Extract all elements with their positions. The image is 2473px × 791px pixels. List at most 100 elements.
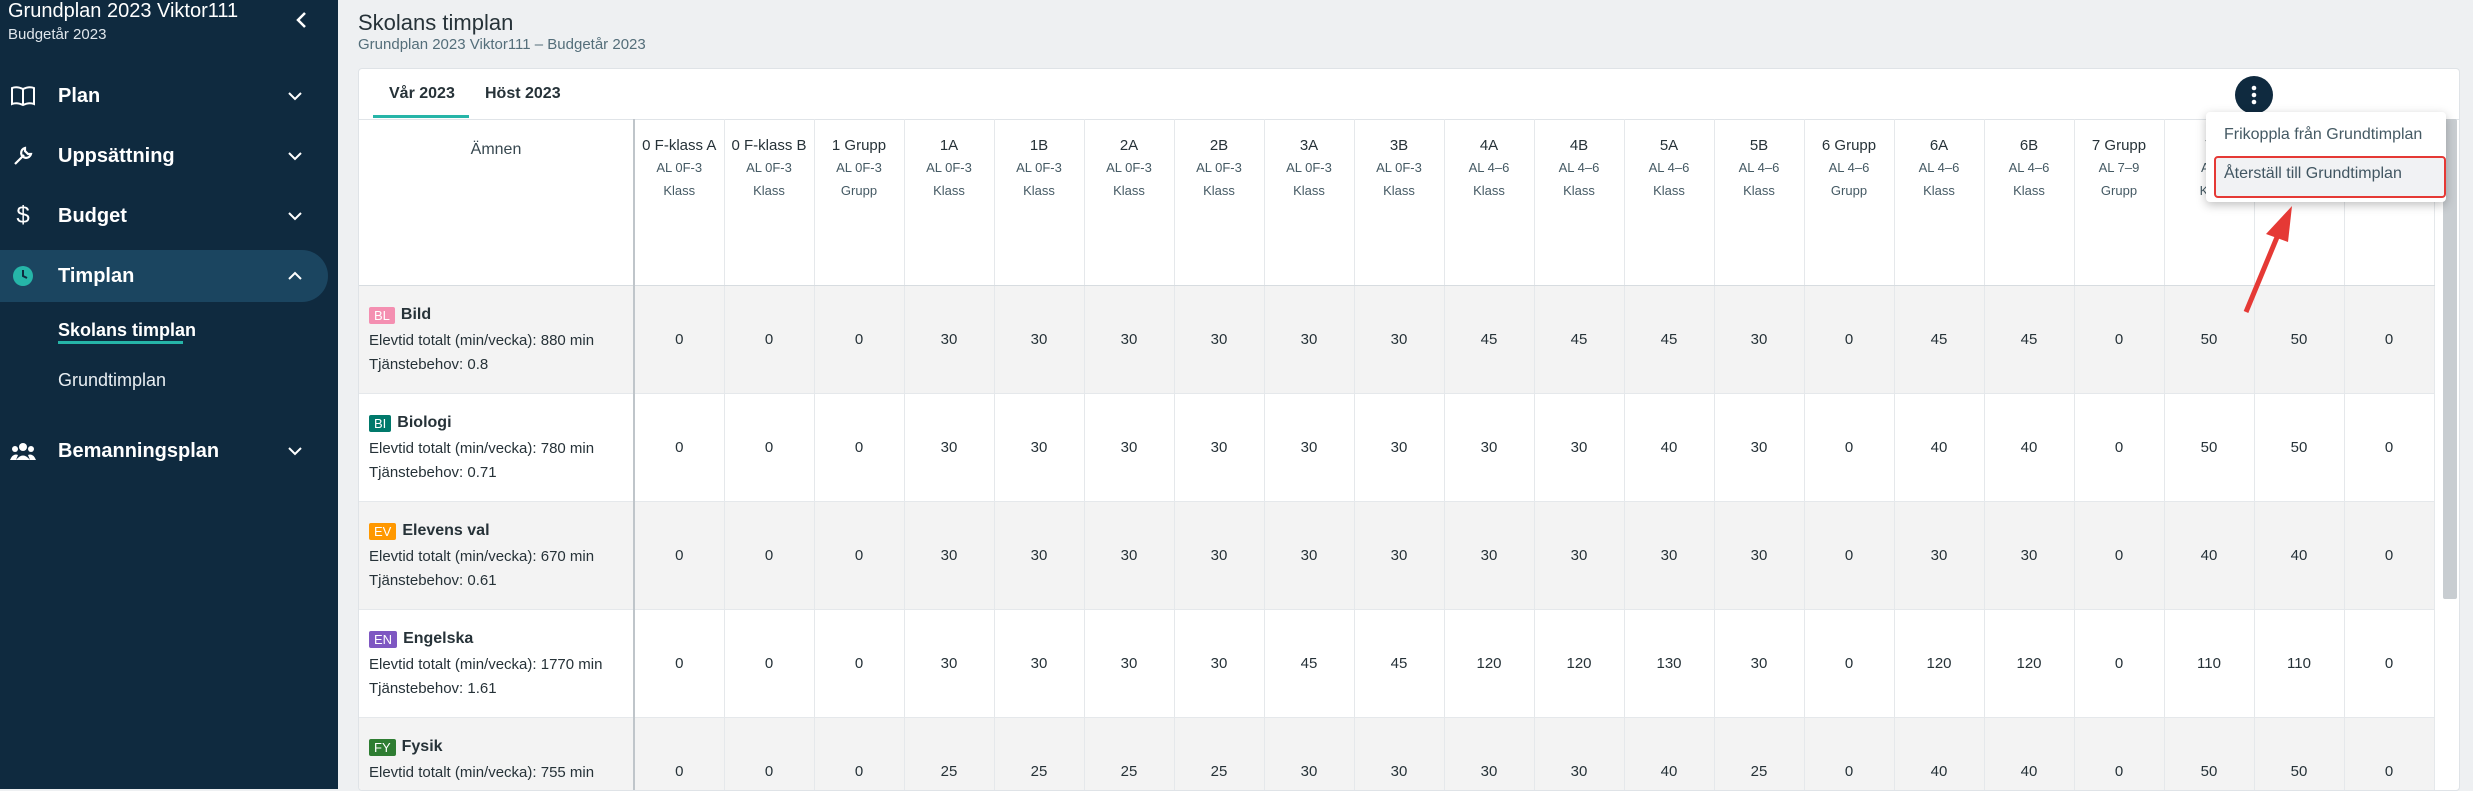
sub-skolans-timplan[interactable]: Skolans timplan	[58, 320, 196, 341]
minutes-cell[interactable]: 30	[1174, 286, 1264, 394]
tab-var-2023[interactable]: Vår 2023	[389, 85, 455, 103]
minutes-cell[interactable]: 30	[994, 502, 1084, 610]
minutes-cell[interactable]: 45	[1264, 610, 1354, 718]
minutes-cell[interactable]: 25	[994, 718, 1084, 791]
minutes-cell[interactable]: 40	[2254, 502, 2344, 610]
minutes-cell[interactable]: 0	[2074, 286, 2164, 394]
minutes-cell[interactable]: 30	[904, 610, 994, 718]
minutes-cell[interactable]: 40	[1624, 718, 1714, 791]
minutes-cell[interactable]: 40	[1624, 394, 1714, 502]
minutes-cell[interactable]: 30	[1174, 610, 1264, 718]
minutes-cell[interactable]: 30	[1354, 394, 1444, 502]
minutes-cell[interactable]: 0	[2074, 394, 2164, 502]
minutes-cell[interactable]: 40	[2164, 502, 2254, 610]
minutes-cell[interactable]: 30	[1354, 286, 1444, 394]
minutes-cell[interactable]: 25	[904, 718, 994, 791]
minutes-cell[interactable]: 30	[1264, 718, 1354, 791]
minutes-cell[interactable]: 30	[1354, 718, 1444, 791]
minutes-cell[interactable]: 0	[814, 718, 904, 791]
minutes-cell[interactable]: 30	[1444, 502, 1534, 610]
subject-cell[interactable]: EVElevens valElevtid totalt (min/vecka):…	[359, 502, 634, 610]
minutes-cell[interactable]: 0	[2074, 718, 2164, 791]
minutes-cell[interactable]: 30	[904, 286, 994, 394]
minutes-cell[interactable]: 120	[1534, 610, 1624, 718]
minutes-cell[interactable]: 0	[1804, 394, 1894, 502]
sub-grundtimplan[interactable]: Grundtimplan	[58, 370, 166, 391]
minutes-cell[interactable]: 30	[1264, 394, 1354, 502]
minutes-cell[interactable]: 30	[1084, 610, 1174, 718]
minutes-cell[interactable]: 110	[2254, 610, 2344, 718]
minutes-cell[interactable]: 30	[904, 502, 994, 610]
minutes-cell[interactable]: 30	[1084, 394, 1174, 502]
minutes-cell[interactable]: 45	[1894, 286, 1984, 394]
minutes-cell[interactable]: 0	[2344, 394, 2434, 502]
minutes-cell[interactable]: 45	[1444, 286, 1534, 394]
minutes-cell[interactable]: 0	[634, 286, 724, 394]
minutes-cell[interactable]: 45	[1984, 286, 2074, 394]
minutes-cell[interactable]: 0	[2344, 286, 2434, 394]
minutes-cell[interactable]: 0	[814, 286, 904, 394]
minutes-cell[interactable]: 50	[2254, 718, 2344, 791]
minutes-cell[interactable]: 30	[1624, 502, 1714, 610]
minutes-cell[interactable]: 40	[1984, 718, 2074, 791]
minutes-cell[interactable]: 30	[1534, 502, 1624, 610]
minutes-cell[interactable]: 25	[1174, 718, 1264, 791]
minutes-cell[interactable]: 0	[2344, 502, 2434, 610]
minutes-cell[interactable]: 0	[634, 502, 724, 610]
minutes-cell[interactable]: 0	[814, 502, 904, 610]
minutes-cell[interactable]: 30	[1714, 394, 1804, 502]
tab-host-2023[interactable]: Höst 2023	[485, 85, 561, 103]
subject-cell[interactable]: ENEngelskaElevtid totalt (min/vecka): 17…	[359, 610, 634, 718]
minutes-cell[interactable]: 0	[1804, 286, 1894, 394]
minutes-cell[interactable]: 50	[2254, 394, 2344, 502]
minutes-cell[interactable]: 30	[1084, 286, 1174, 394]
minutes-cell[interactable]: 30	[994, 286, 1084, 394]
minutes-cell[interactable]: 40	[1894, 394, 1984, 502]
minutes-cell[interactable]: 130	[1624, 610, 1714, 718]
minutes-cell[interactable]: 0	[724, 610, 814, 718]
minutes-cell[interactable]: 0	[1804, 718, 1894, 791]
minutes-cell[interactable]: 120	[1984, 610, 2074, 718]
minutes-cell[interactable]: 0	[1804, 502, 1894, 610]
minutes-cell[interactable]: 25	[1714, 718, 1804, 791]
minutes-cell[interactable]: 30	[1534, 718, 1624, 791]
minutes-cell[interactable]: 30	[1714, 286, 1804, 394]
minutes-cell[interactable]: 30	[994, 610, 1084, 718]
nav-bemanningsplan[interactable]: Bemanningsplan	[0, 425, 328, 477]
minutes-cell[interactable]: 0	[2344, 610, 2434, 718]
minutes-cell[interactable]: 40	[1894, 718, 1984, 791]
minutes-cell[interactable]: 110	[2164, 610, 2254, 718]
minutes-cell[interactable]: 45	[1354, 610, 1444, 718]
minutes-cell[interactable]: 0	[814, 394, 904, 502]
minutes-cell[interactable]: 30	[1444, 394, 1534, 502]
minutes-cell[interactable]: 0	[2344, 718, 2434, 791]
minutes-cell[interactable]: 40	[1984, 394, 2074, 502]
minutes-cell[interactable]: 0	[634, 394, 724, 502]
minutes-cell[interactable]: 0	[724, 286, 814, 394]
minutes-cell[interactable]: 30	[1264, 286, 1354, 394]
minutes-cell[interactable]: 30	[1354, 502, 1444, 610]
minutes-cell[interactable]: 30	[1174, 502, 1264, 610]
minutes-cell[interactable]: 30	[1084, 502, 1174, 610]
nav-budget[interactable]: $ Budget	[0, 190, 328, 242]
minutes-cell[interactable]: 0	[724, 718, 814, 791]
minutes-cell[interactable]: 50	[2164, 718, 2254, 791]
collapse-sidebar-button[interactable]	[290, 8, 314, 32]
minutes-cell[interactable]: 0	[724, 394, 814, 502]
minutes-cell[interactable]: 30	[1984, 502, 2074, 610]
minutes-cell[interactable]: 0	[2074, 502, 2164, 610]
minutes-cell[interactable]: 30	[1174, 394, 1264, 502]
minutes-cell[interactable]: 30	[1714, 502, 1804, 610]
minutes-cell[interactable]: 120	[1894, 610, 1984, 718]
menu-frikoppla[interactable]: Frikoppla från Grundtimplan	[2224, 126, 2422, 144]
subject-cell[interactable]: FYFysikElevtid totalt (min/vecka): 755 m…	[359, 718, 634, 791]
subject-cell[interactable]: BIBiologiElevtid totalt (min/vecka): 780…	[359, 394, 634, 502]
minutes-cell[interactable]: 45	[1534, 286, 1624, 394]
minutes-cell[interactable]: 0	[634, 718, 724, 791]
minutes-cell[interactable]: 120	[1444, 610, 1534, 718]
minutes-cell[interactable]: 0	[634, 610, 724, 718]
minutes-cell[interactable]: 30	[904, 394, 994, 502]
minutes-cell[interactable]: 0	[2074, 610, 2164, 718]
subject-cell[interactable]: BLBildElevtid totalt (min/vecka): 880 mi…	[359, 286, 634, 394]
minutes-cell[interactable]: 30	[1714, 610, 1804, 718]
